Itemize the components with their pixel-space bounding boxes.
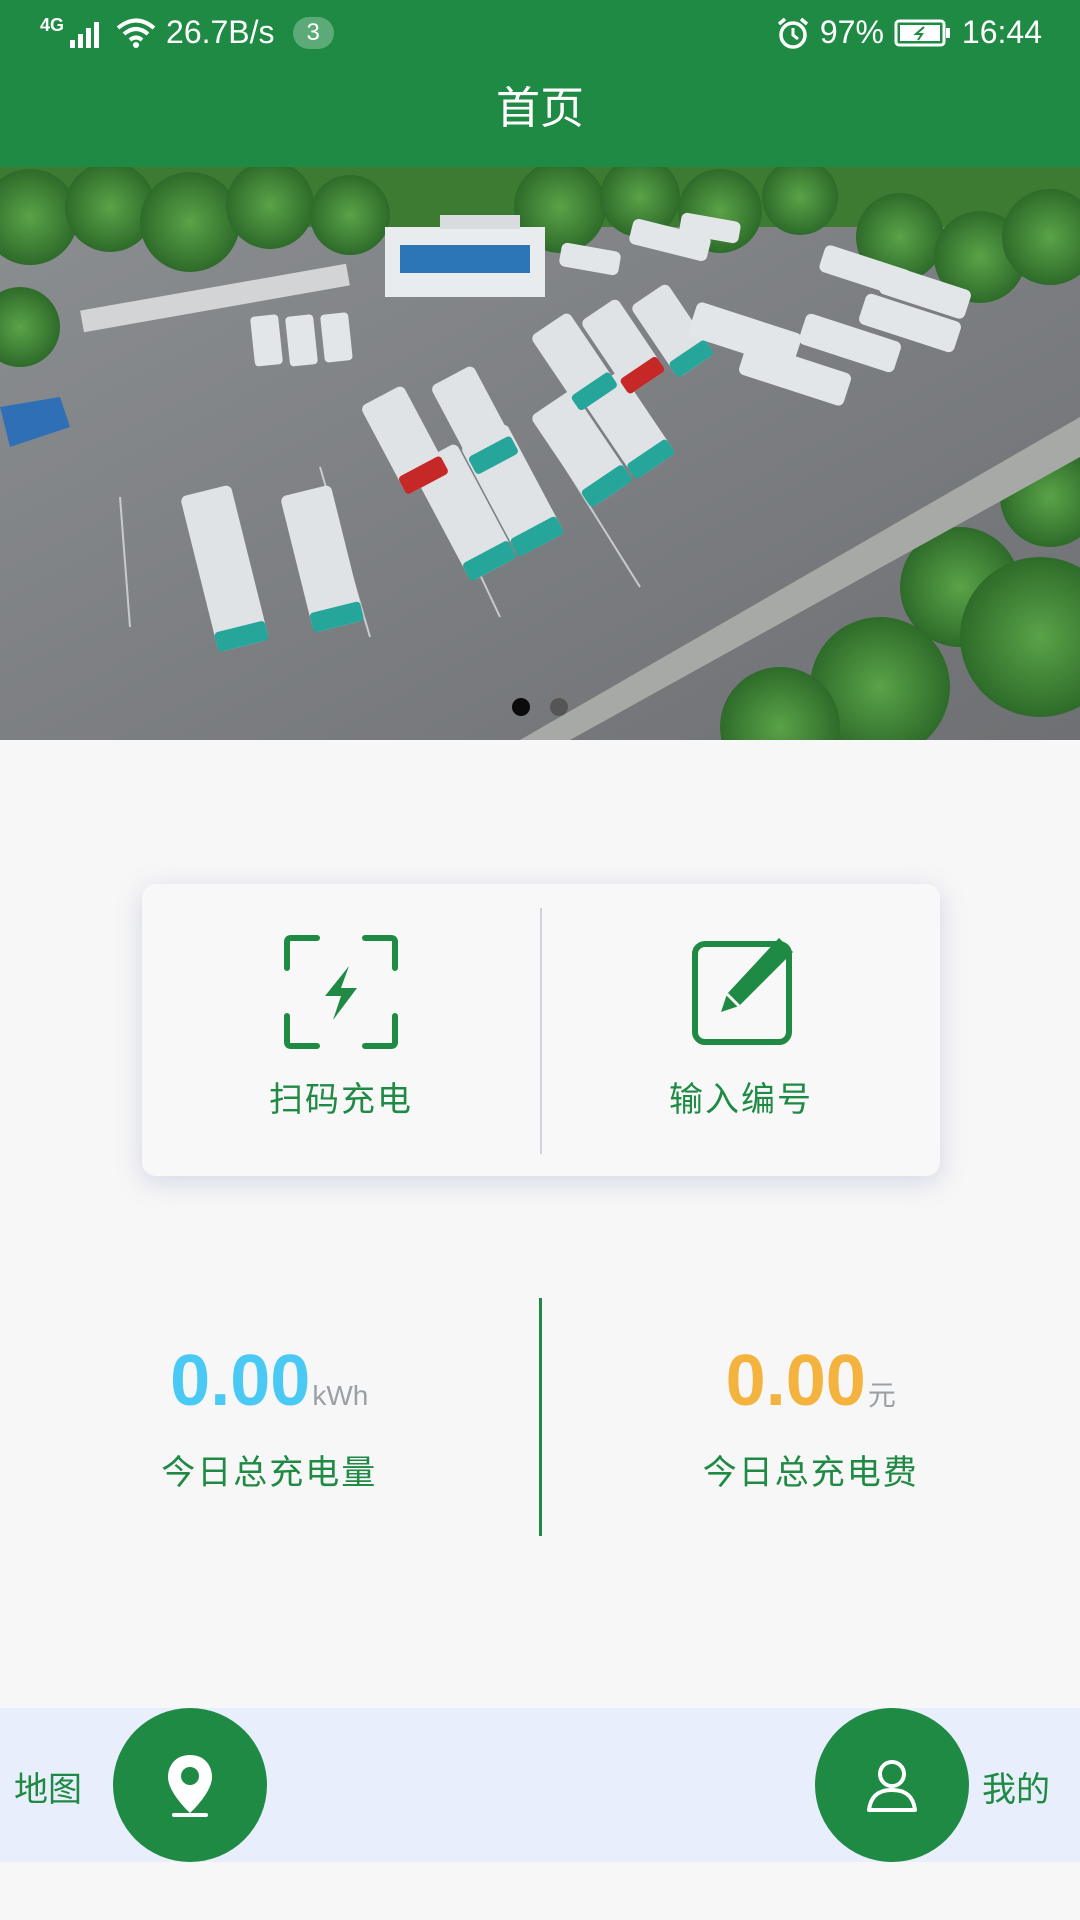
mine-nav-button[interactable] [815,1708,969,1862]
energy-caption: 今日总充电量 [161,1452,378,1493]
charge-action-card: 扫码充电 输入编号 [142,884,940,1176]
energy-value: 0.00 [170,1340,311,1421]
location-pin-icon [168,1755,212,1817]
scan-charge-icon [284,935,398,1049]
cost-value: 0.00 [725,1340,866,1421]
wifi-icon [116,18,156,48]
status-bar: 4G 26.7B/s 3 97% 16:44 [0,0,1080,74]
cost-stat: 0.00 元 今日总充电费 [542,1298,1080,1536]
carousel-dot-2[interactable] [550,698,568,716]
cost-unit: 元 [867,1379,896,1411]
today-stats: 0.00 kWh 今日总充电量 0.00 元 今日总充电费 [0,1298,1080,1536]
page-title: 首页 [496,83,584,134]
scan-charge-button[interactable]: 扫码充电 [142,884,540,1176]
banner-image [0,167,1080,740]
clock-time: 16:44 [961,14,1042,50]
input-number-button[interactable]: 输入编号 [542,884,940,1176]
scan-charge-label: 扫码充电 [269,1080,413,1120]
mine-nav-label[interactable]: 我的 [982,1762,1050,1811]
carousel-indicator [0,698,1080,716]
banner-carousel[interactable] [0,167,1080,740]
battery-percent: 97% [819,14,884,50]
map-nav-button[interactable] [113,1708,267,1862]
energy-stat: 0.00 kWh 今日总充电量 [0,1298,539,1536]
energy-unit: kWh [312,1379,369,1411]
input-number-label: 输入编号 [669,1080,813,1120]
user-icon [867,1760,917,1812]
cost-caption: 今日总充电费 [702,1452,919,1493]
signal-icon [70,21,100,48]
carousel-dot-1[interactable] [512,698,530,716]
battery-icon [894,19,950,46]
app-header: 4G 26.7B/s 3 97% 16:44 首页 [0,0,1080,167]
notification-badge: 3 [292,16,334,49]
alarm-icon [777,17,808,49]
map-nav-label[interactable]: 地图 [14,1762,82,1811]
network-type: 4G [40,15,65,35]
network-speed: 26.7B/s [166,14,275,50]
edit-icon [692,938,793,1045]
